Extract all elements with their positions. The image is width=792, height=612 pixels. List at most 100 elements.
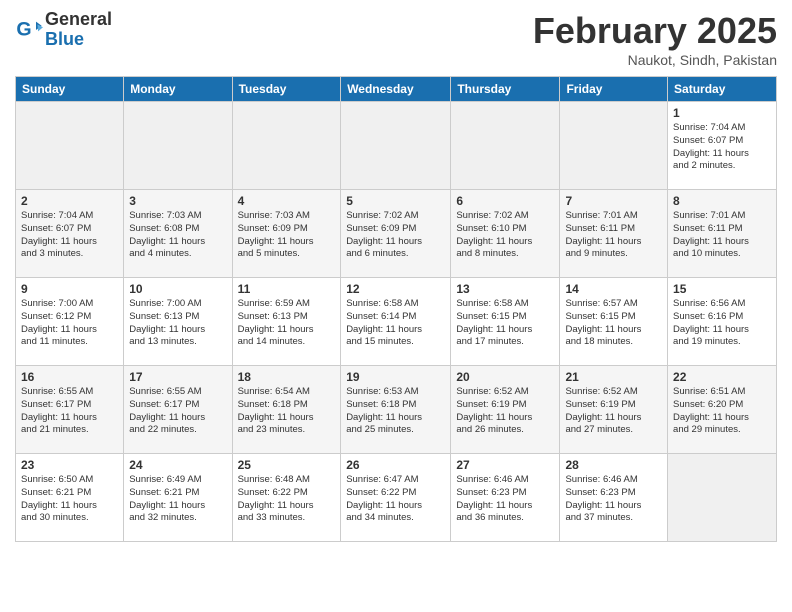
calendar-cell: 3 Sunrise: 7:03 AM Sunset: 6:08 PM Daylig… xyxy=(124,190,232,278)
calendar-week-5: 23 Sunrise: 6:50 AM Sunset: 6:21 PM Dayli… xyxy=(16,454,777,542)
month-title: February 2025 xyxy=(533,10,777,52)
day-number: 7 xyxy=(565,194,662,208)
calendar-header: SundayMondayTuesdayWednesdayThursdayFrid… xyxy=(16,77,777,102)
day-number: 27 xyxy=(456,458,554,472)
calendar-cell: 10Sunrise: 7:00 AM Sunset: 6:13 PM Dayli… xyxy=(124,278,232,366)
day-number: 11 xyxy=(238,282,336,296)
day-number: 12 xyxy=(346,282,445,296)
page-header: G General Blue February 2025 Naukot, Sin… xyxy=(15,10,777,68)
day-number: 28 xyxy=(565,458,662,472)
day-info: Sunrise: 6:50 AM Sunset: 6:21 PM Dayligh… xyxy=(21,474,118,525)
day-number: 25 xyxy=(238,458,336,472)
calendar-cell: 13Sunrise: 6:58 AM Sunset: 6:15 PM Dayli… xyxy=(451,278,560,366)
day-info: Sunrise: 7:02 AM Sunset: 6:09 PM Dayligh… xyxy=(346,210,445,261)
day-number: 17 xyxy=(129,370,226,384)
weekday-header-row: SundayMondayTuesdayWednesdayThursdayFrid… xyxy=(16,77,777,102)
day-number: 8 xyxy=(673,194,771,208)
day-info: Sunrise: 6:52 AM Sunset: 6:19 PM Dayligh… xyxy=(565,386,662,437)
calendar-cell: 21Sunrise: 6:52 AM Sunset: 6:19 PM Dayli… xyxy=(560,366,668,454)
day-number: 15 xyxy=(673,282,771,296)
day-info: Sunrise: 6:47 AM Sunset: 6:22 PM Dayligh… xyxy=(346,474,445,525)
calendar-cell: 16 Sunrise: 6:55 AM Sunset: 6:17 PM Dayli… xyxy=(16,366,124,454)
calendar-cell xyxy=(560,102,668,190)
weekday-header-friday: Friday xyxy=(560,77,668,102)
day-number: 2 xyxy=(21,194,118,208)
day-info: Sunrise: 7:00 AM Sunset: 6:12 PM Dayligh… xyxy=(21,298,118,349)
calendar-week-4: 16 Sunrise: 6:55 AM Sunset: 6:17 PM Dayli… xyxy=(16,366,777,454)
day-info: Sunrise: 6:46 AM Sunset: 6:23 PM Dayligh… xyxy=(565,474,662,525)
calendar-week-3: 9 Sunrise: 7:00 AM Sunset: 6:12 PM Daylig… xyxy=(16,278,777,366)
day-number: 6 xyxy=(456,194,554,208)
calendar-cell: 1Sunrise: 7:04 AM Sunset: 6:07 PM Daylig… xyxy=(668,102,777,190)
calendar-cell: 28 Sunrise: 6:46 AM Sunset: 6:23 PM Dayli… xyxy=(560,454,668,542)
day-number: 13 xyxy=(456,282,554,296)
calendar-cell xyxy=(16,102,124,190)
day-info: Sunrise: 6:58 AM Sunset: 6:14 PM Dayligh… xyxy=(346,298,445,349)
day-info: Sunrise: 6:55 AM Sunset: 6:17 PM Dayligh… xyxy=(129,386,226,437)
day-info: Sunrise: 7:04 AM Sunset: 6:07 PM Dayligh… xyxy=(21,210,118,261)
calendar-cell: 2 Sunrise: 7:04 AM Sunset: 6:07 PM Daylig… xyxy=(16,190,124,278)
calendar-cell: 14Sunrise: 6:57 AM Sunset: 6:15 PM Dayli… xyxy=(560,278,668,366)
day-info: Sunrise: 6:48 AM Sunset: 6:22 PM Dayligh… xyxy=(238,474,336,525)
calendar-cell: 8 Sunrise: 7:01 AM Sunset: 6:11 PM Daylig… xyxy=(668,190,777,278)
calendar-cell xyxy=(451,102,560,190)
page-container: G General Blue February 2025 Naukot, Sin… xyxy=(0,0,792,552)
day-number: 26 xyxy=(346,458,445,472)
day-info: Sunrise: 6:55 AM Sunset: 6:17 PM Dayligh… xyxy=(21,386,118,437)
weekday-header-saturday: Saturday xyxy=(668,77,777,102)
calendar-cell: 9 Sunrise: 7:00 AM Sunset: 6:12 PM Daylig… xyxy=(16,278,124,366)
logo: G General Blue xyxy=(15,10,112,50)
day-number: 23 xyxy=(21,458,118,472)
calendar-cell: 19 Sunrise: 6:53 AM Sunset: 6:18 PM Dayli… xyxy=(341,366,451,454)
day-number: 20 xyxy=(456,370,554,384)
day-info: Sunrise: 6:53 AM Sunset: 6:18 PM Dayligh… xyxy=(346,386,445,437)
day-info: Sunrise: 6:56 AM Sunset: 6:16 PM Dayligh… xyxy=(673,298,771,349)
day-number: 24 xyxy=(129,458,226,472)
day-number: 3 xyxy=(129,194,226,208)
calendar-cell xyxy=(232,102,341,190)
calendar-cell xyxy=(124,102,232,190)
calendar-cell xyxy=(341,102,451,190)
day-info: Sunrise: 7:03 AM Sunset: 6:08 PM Dayligh… xyxy=(129,210,226,261)
day-info: Sunrise: 7:04 AM Sunset: 6:07 PM Dayligh… xyxy=(673,122,771,173)
weekday-header-tuesday: Tuesday xyxy=(232,77,341,102)
calendar-cell: 22Sunrise: 6:51 AM Sunset: 6:20 PM Dayli… xyxy=(668,366,777,454)
calendar-cell: 7 Sunrise: 7:01 AM Sunset: 6:11 PM Daylig… xyxy=(560,190,668,278)
calendar-cell xyxy=(668,454,777,542)
svg-text:G: G xyxy=(16,18,31,40)
day-info: Sunrise: 6:49 AM Sunset: 6:21 PM Dayligh… xyxy=(129,474,226,525)
day-number: 10 xyxy=(129,282,226,296)
day-number: 14 xyxy=(565,282,662,296)
day-info: Sunrise: 6:59 AM Sunset: 6:13 PM Dayligh… xyxy=(238,298,336,349)
calendar-cell: 24 Sunrise: 6:49 AM Sunset: 6:21 PM Dayli… xyxy=(124,454,232,542)
calendar-week-1: 1Sunrise: 7:04 AM Sunset: 6:07 PM Daylig… xyxy=(16,102,777,190)
calendar-cell: 5 Sunrise: 7:02 AM Sunset: 6:09 PM Daylig… xyxy=(341,190,451,278)
calendar-cell: 15 Sunrise: 6:56 AM Sunset: 6:16 PM Dayli… xyxy=(668,278,777,366)
day-info: Sunrise: 6:52 AM Sunset: 6:19 PM Dayligh… xyxy=(456,386,554,437)
day-number: 19 xyxy=(346,370,445,384)
logo-icon: G xyxy=(15,16,43,44)
day-info: Sunrise: 7:03 AM Sunset: 6:09 PM Dayligh… xyxy=(238,210,336,261)
day-info: Sunrise: 6:51 AM Sunset: 6:20 PM Dayligh… xyxy=(673,386,771,437)
calendar-body: 1Sunrise: 7:04 AM Sunset: 6:07 PM Daylig… xyxy=(16,102,777,542)
logo-line1: General xyxy=(45,10,112,30)
calendar-cell: 27Sunrise: 6:46 AM Sunset: 6:23 PM Dayli… xyxy=(451,454,560,542)
logo-line2: Blue xyxy=(45,30,112,50)
day-info: Sunrise: 7:01 AM Sunset: 6:11 PM Dayligh… xyxy=(565,210,662,261)
day-number: 16 xyxy=(21,370,118,384)
calendar-cell: 11 Sunrise: 6:59 AM Sunset: 6:13 PM Dayli… xyxy=(232,278,341,366)
calendar-week-2: 2 Sunrise: 7:04 AM Sunset: 6:07 PM Daylig… xyxy=(16,190,777,278)
day-number: 4 xyxy=(238,194,336,208)
calendar-cell: 25 Sunrise: 6:48 AM Sunset: 6:22 PM Dayli… xyxy=(232,454,341,542)
calendar-cell: 12 Sunrise: 6:58 AM Sunset: 6:14 PM Dayli… xyxy=(341,278,451,366)
day-number: 9 xyxy=(21,282,118,296)
calendar-cell: 4 Sunrise: 7:03 AM Sunset: 6:09 PM Daylig… xyxy=(232,190,341,278)
calendar-cell: 6Sunrise: 7:02 AM Sunset: 6:10 PM Daylig… xyxy=(451,190,560,278)
day-number: 5 xyxy=(346,194,445,208)
calendar-cell: 18Sunrise: 6:54 AM Sunset: 6:18 PM Dayli… xyxy=(232,366,341,454)
day-info: Sunrise: 7:01 AM Sunset: 6:11 PM Dayligh… xyxy=(673,210,771,261)
day-number: 18 xyxy=(238,370,336,384)
title-block: February 2025 Naukot, Sindh, Pakistan xyxy=(533,10,777,68)
calendar-cell: 26 Sunrise: 6:47 AM Sunset: 6:22 PM Dayli… xyxy=(341,454,451,542)
calendar-cell: 23 Sunrise: 6:50 AM Sunset: 6:21 PM Dayli… xyxy=(16,454,124,542)
